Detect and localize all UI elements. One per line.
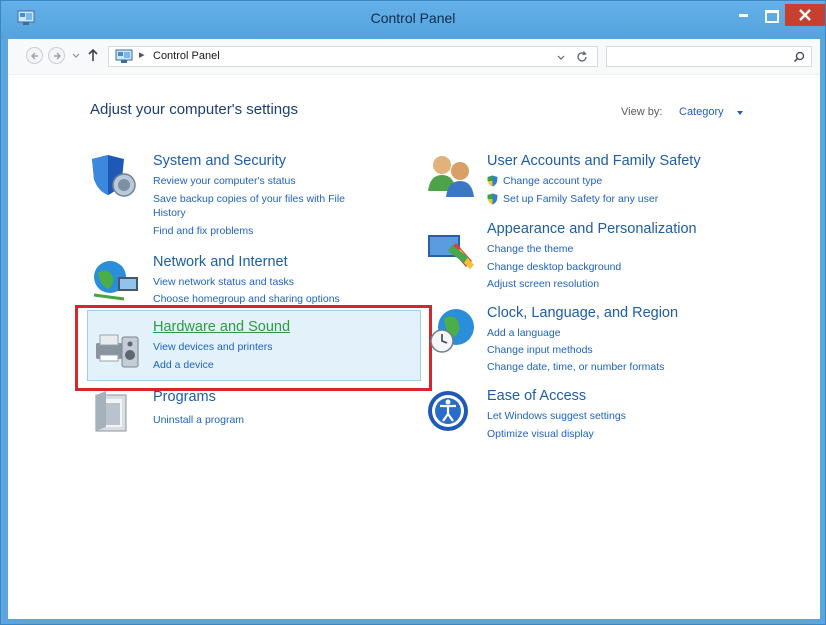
change-account-type-link[interactable]: Change account type — [503, 175, 602, 188]
maximize-button[interactable] — [758, 4, 782, 26]
user-accounts-and-family-safety-link[interactable]: User Accounts and Family Safety — [487, 153, 701, 169]
breadcrumb-control-panel[interactable]: Control Panel — [153, 50, 220, 62]
let-windows-suggest-settings-link[interactable]: Let Windows suggest settings — [487, 410, 626, 423]
network-and-internet-link[interactable]: Network and Internet — [153, 254, 288, 270]
address-bar[interactable]: ▸ Control Panel — [108, 46, 598, 67]
back-button[interactable] — [26, 47, 43, 64]
optimize-visual-display-link[interactable]: Optimize visual display — [487, 428, 594, 441]
shield-icon[interactable] — [90, 151, 142, 203]
uac-shield-icon — [487, 175, 498, 187]
set-up-family-safety-link[interactable]: Set up Family Safety for any user — [503, 193, 658, 206]
hardware-and-sound-link[interactable]: Hardware and Sound — [153, 319, 290, 335]
ease-of-access-icon[interactable] — [426, 387, 478, 439]
users-icon[interactable] — [426, 151, 478, 203]
close-icon — [799, 9, 811, 21]
system-and-security-link[interactable]: System and Security — [153, 153, 286, 169]
add-a-device-link[interactable]: Add a device — [153, 359, 214, 372]
change-desktop-background-link[interactable]: Change desktop background — [487, 261, 621, 274]
window-bottom-area — [8, 611, 820, 619]
control-panel-window: Control Panel ▸ Control Panel Adjust you… — [0, 0, 826, 625]
view-network-status-link[interactable]: View network status and tasks — [153, 276, 294, 289]
change-input-methods-link[interactable]: Change input methods — [487, 344, 593, 357]
control-panel-small-icon — [115, 49, 133, 63]
printer-speaker-icon[interactable] — [92, 323, 144, 375]
search-icon[interactable] — [793, 51, 805, 63]
change-the-theme-link[interactable]: Change the theme — [487, 243, 573, 256]
page-heading: Adjust your computer's settings — [90, 101, 298, 118]
programs-icon[interactable] — [92, 389, 144, 441]
chevron-down-icon[interactable] — [555, 51, 567, 63]
back-arrow-icon — [31, 52, 38, 60]
uac-shield-icon — [487, 193, 498, 205]
programs-link[interactable]: Programs — [153, 389, 216, 405]
ease-of-access-link[interactable]: Ease of Access — [487, 388, 586, 404]
view-by-dropdown-arrow-icon[interactable] — [737, 111, 743, 115]
view-devices-and-printers-link[interactable]: View devices and printers — [153, 341, 272, 354]
refresh-icon[interactable] — [575, 50, 589, 64]
client-area: ▸ Control Panel Adjust your computer's s… — [8, 39, 820, 619]
save-backup-copies-link-line2[interactable]: History — [153, 207, 186, 220]
uninstall-a-program-link[interactable]: Uninstall a program — [153, 414, 244, 427]
title-bar[interactable]: Control Panel — [1, 1, 825, 39]
appearance-icon[interactable] — [426, 227, 478, 279]
minimize-button[interactable] — [731, 4, 755, 26]
search-input[interactable] — [606, 46, 812, 67]
up-arrow-icon[interactable] — [86, 47, 100, 63]
recent-locations-chevron-icon[interactable] — [70, 49, 82, 61]
view-by-label: View by: — [621, 106, 663, 118]
breadcrumb-separator[interactable]: ▸ — [139, 48, 145, 61]
review-computer-status-link[interactable]: Review your computer's status — [153, 175, 296, 188]
window-title: Control Panel — [370, 10, 456, 26]
clock-globe-icon[interactable] — [428, 305, 480, 357]
appearance-and-personalization-link[interactable]: Appearance and Personalization — [487, 221, 697, 237]
forward-button[interactable] — [48, 47, 65, 64]
close-button[interactable] — [785, 4, 825, 26]
add-a-language-link[interactable]: Add a language — [487, 327, 561, 340]
view-by-dropdown[interactable]: Category — [679, 106, 724, 118]
save-backup-copies-link[interactable]: Save backup copies of your files with Fi… — [153, 193, 345, 206]
change-date-time-formats-link[interactable]: Change date, time, or number formats — [487, 361, 664, 374]
clock-language-and-region-link[interactable]: Clock, Language, and Region — [487, 305, 678, 321]
network-globe-icon[interactable] — [90, 255, 142, 307]
forward-arrow-icon — [54, 52, 61, 60]
navigation-bar: ▸ Control Panel — [8, 39, 820, 75]
find-and-fix-problems-link[interactable]: Find and fix problems — [153, 225, 253, 238]
adjust-screen-resolution-link[interactable]: Adjust screen resolution — [487, 278, 599, 291]
